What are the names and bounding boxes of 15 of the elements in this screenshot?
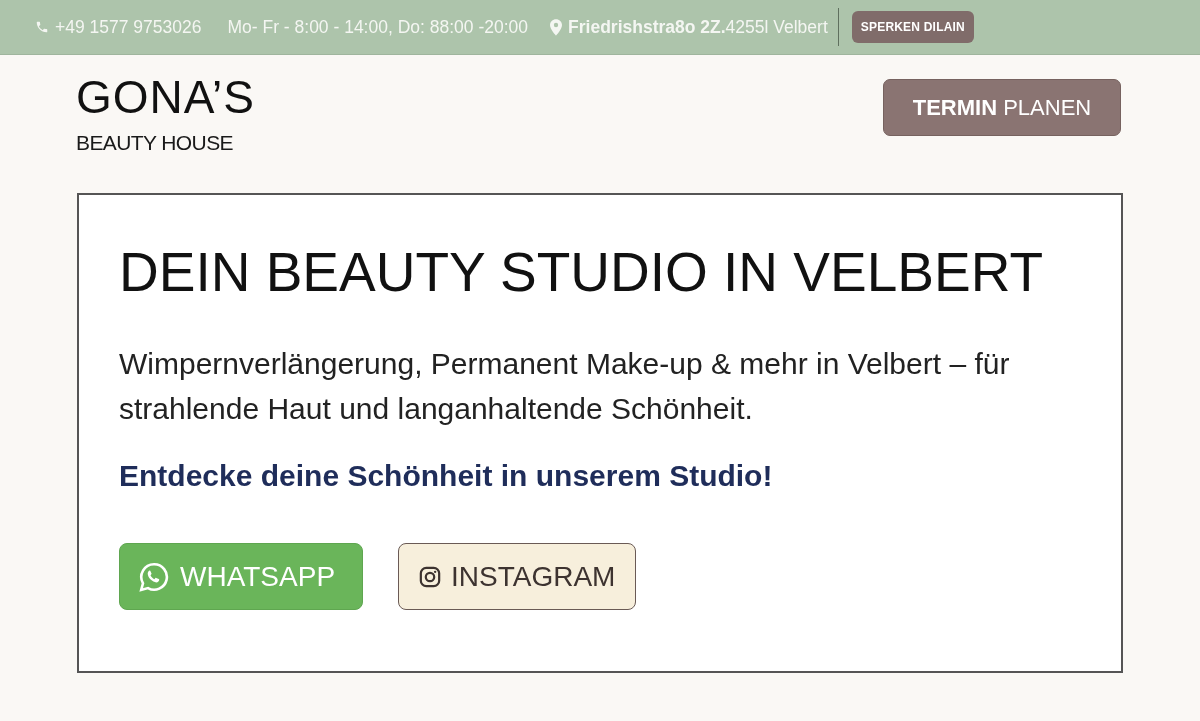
instagram-button[interactable]: INSTAGRAM — [398, 543, 636, 610]
location-pin-icon — [550, 18, 563, 36]
logo-subtitle: BEAUTY HOUSE — [76, 130, 234, 156]
opening-hours: Mo- Fr - 8:00 - 14:00, Do: 88:00 -20:00 — [227, 16, 529, 38]
book-appointment-button[interactable]: TERMIN PLANEN — [883, 79, 1121, 136]
chat-bubble-phone-icon — [138, 560, 170, 593]
language-button[interactable]: SPERKEN DILAIN — [851, 11, 974, 43]
address: Friedrishstra8o 2Z.4255l Velbert — [568, 16, 828, 38]
hero-tagline: Entdecke deine Schönheit in unserem Studio! — [119, 459, 774, 493]
phone-icon — [35, 19, 49, 35]
instagram-icon — [419, 565, 441, 588]
hero-description: Wimpernverlängerung, Permanent Make-up & mehr in Velbert – für strahlende Haut und langanhaltende Schönheit. — [119, 346, 1011, 427]
logo-title: GONA’S — [76, 75, 255, 119]
hero-title: DEIN BEAUTY STUDIO IN VELBERT — [119, 241, 1045, 303]
whatsapp-button[interactable]: WHATSAPP — [119, 543, 363, 610]
